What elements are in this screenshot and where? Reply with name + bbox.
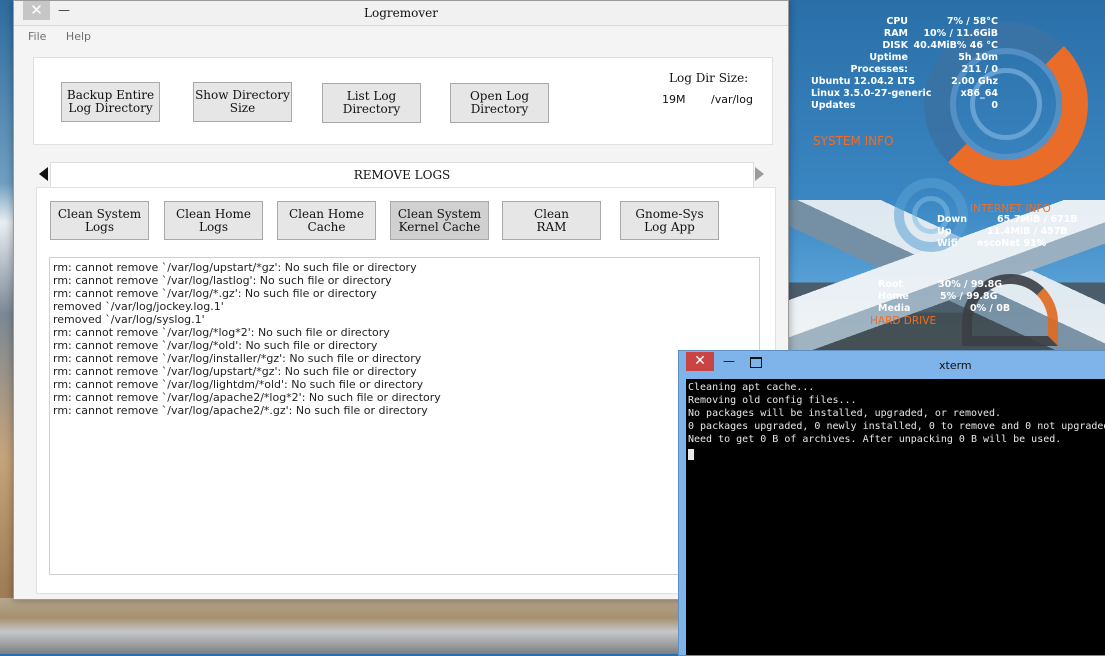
list-log-directory-button[interactable]: List Log Directory (322, 83, 421, 123)
conky-row-value: 5h 10m (958, 52, 998, 63)
conky-row-label: Uptime (869, 52, 908, 63)
xterm-title-bar[interactable]: ✕ — xterm (679, 351, 1105, 377)
output-line: rm: cannot remove `/var/log/lastlog': No… (53, 274, 392, 287)
tab-scroll-left-icon[interactable] (39, 167, 48, 181)
clean-ram-button[interactable]: Clean RAM (502, 201, 601, 240)
conky-row-value: 7% / 58°C (946, 16, 998, 27)
conky-row-label: DISK (882, 40, 908, 51)
conky-row-value: 211 / 0 (961, 64, 998, 75)
terminal-line: 0 packages upgraded, 0 newly installed, … (688, 421, 1105, 432)
root-label: Root (878, 279, 903, 290)
title-bar[interactable]: ✕ — Logremover (14, 1, 788, 26)
xterm-window: ✕ — xterm Cleaning apt cache... Removing … (678, 350, 1105, 656)
output-line: removed `/var/log/syslog.1' (53, 313, 205, 326)
conky-row-value: 2.00 Ghz (951, 76, 998, 87)
gnome-sys-log-app-button[interactable]: Gnome-Sys Log App (620, 201, 719, 240)
menu-file[interactable]: File (28, 30, 46, 43)
conky-row-label: CPU (886, 16, 908, 27)
output-line: rm: cannot remove `/var/log/installer/*g… (53, 352, 422, 365)
conky-row-label: Updates (811, 100, 856, 111)
open-log-directory-button[interactable]: Open Log Directory (450, 83, 549, 123)
root-value: 30% / 99.8G (938, 279, 1003, 290)
conky-row-value: 40.4MiB% 46 °C (913, 40, 998, 51)
xterm-title: xterm (939, 359, 972, 372)
clean-home-logs-button[interactable]: Clean Home Logs (164, 201, 263, 240)
net-up-label: Up (937, 226, 952, 237)
conky-widget: CPU 7% / 58°C RAM 10% / 11.6GiB DISK 40.4MiB%… (790, 0, 1105, 346)
net-down-label: Down (937, 214, 967, 225)
conky-row-label: Processes: (850, 64, 908, 75)
terminal-cursor (688, 449, 694, 460)
terminal-line: No packages will be installed, upgraded,… (688, 408, 1002, 419)
backup-log-directory-button[interactable]: Backup Entire Log Directory (61, 82, 160, 122)
show-directory-size-button[interactable]: Show Directory Size (193, 82, 292, 122)
tab-remove-logs[interactable]: REMOVE LOGS (50, 162, 754, 187)
desktop-wallpaper-left (0, 0, 14, 654)
clean-kernel-cache-button[interactable]: Clean System Kernel Cache (390, 201, 489, 240)
wifi-value: escoNet 91% (977, 238, 1047, 249)
output-line: rm: cannot remove `/var/log/*.gz': No su… (53, 287, 377, 300)
output-line: rm: cannot remove `/var/log/upstart/*gz'… (53, 261, 417, 274)
conky-row-value: 0 (991, 100, 998, 111)
xterm-maximize-icon[interactable] (750, 357, 762, 368)
output-line: rm: cannot remove `/var/log/*old': No su… (53, 339, 378, 352)
output-textarea[interactable]: rm: cannot remove `/var/log/upstart/*gz'… (49, 257, 760, 575)
home-label: Home (878, 291, 909, 302)
menu-help[interactable]: Help (66, 30, 91, 43)
tab-scroll-right-icon[interactable] (755, 167, 764, 181)
tab-bar: REMOVE LOGS (36, 161, 776, 187)
window-title: Logremover (364, 6, 438, 20)
media-value: 0% / 0B (970, 303, 1011, 314)
output-line: rm: cannot remove `/var/log/apache2/*log… (53, 391, 441, 404)
conky-row-label: RAM (883, 28, 908, 39)
log-dir-path: /var/log (711, 93, 753, 106)
clean-system-logs-button[interactable]: Clean System Logs (50, 201, 149, 240)
output-line: removed `/var/log/jockey.log.1' (53, 300, 224, 313)
xterm-terminal[interactable]: Cleaning apt cache... Removing old config… (686, 379, 1105, 655)
net-down-value: 65.7MiB / 671B (997, 214, 1078, 225)
wifi-label: Wifi (937, 238, 958, 249)
net-up-value: 11.4MiB / 457B (987, 226, 1068, 237)
log-dir-size-value: 19M (662, 93, 686, 106)
system-info-label: SYSTEM INFO (813, 134, 894, 148)
desktop-wallpaper-road (0, 598, 680, 654)
hard-drive-label: HARD DRIVE (870, 315, 937, 327)
logremover-window: ✕ — Logremover File Help Backup Entire L… (13, 0, 789, 600)
conky-row-label: Ubuntu 12.04.2 LTS (811, 76, 916, 87)
xterm-minimize-icon[interactable]: — (723, 354, 735, 368)
media-label: Media (878, 303, 911, 314)
home-value: 5% / 99.8G (940, 291, 998, 302)
terminal-line: Need to get 0 B of archives. After unpac… (688, 434, 1062, 445)
log-dir-size-label: Log Dir Size: (669, 71, 749, 85)
output-line: rm: cannot remove `/var/log/apache2/*.gz… (53, 404, 428, 417)
terminal-line: Removing old config files... (688, 395, 857, 406)
output-line: rm: cannot remove `/var/log/upstart/*gz'… (53, 365, 417, 378)
xterm-close-icon[interactable]: ✕ (686, 352, 714, 371)
terminal-line: Cleaning apt cache... (688, 382, 815, 393)
clean-home-cache-button[interactable]: Clean Home Cache (277, 201, 376, 240)
menu-bar: File Help (28, 30, 107, 43)
conky-row-value: 10% / 11.6GiB (923, 28, 998, 39)
output-line: rm: cannot remove `/var/log/lightdm/*old… (53, 378, 424, 391)
conky-row-value: x86_64 (960, 88, 998, 99)
output-line: rm: cannot remove `/var/log/*log*2': No … (53, 326, 390, 339)
